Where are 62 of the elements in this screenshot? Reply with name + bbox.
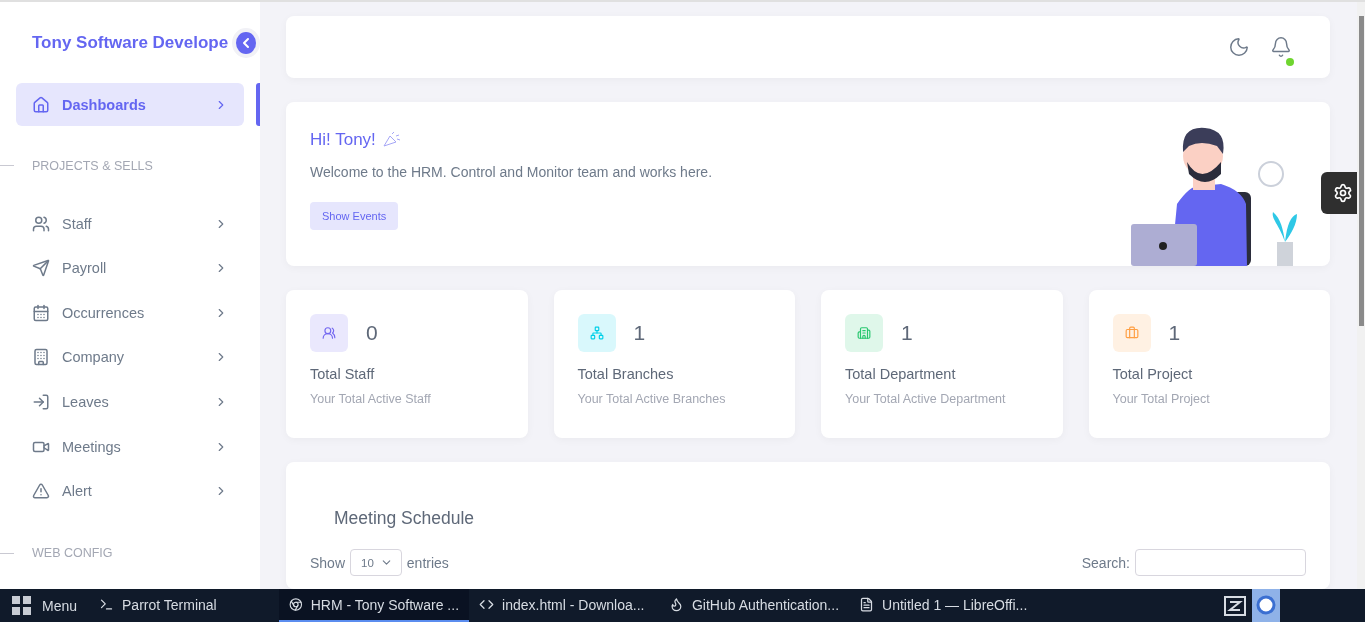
sidebar-item[interactable]: Occurrences: [16, 290, 244, 336]
show-label: Show: [310, 554, 346, 571]
stat-subtitle: Your Total Project: [1112, 392, 1211, 406]
stat-value: 1: [633, 321, 646, 345]
stat-value: 1: [1168, 321, 1181, 345]
taskbar-app[interactable]: GitHub Authentication...: [659, 589, 850, 622]
app-icon: [479, 597, 495, 612]
party-popper-icon: [381, 132, 400, 148]
entries-label: entries: [406, 554, 449, 571]
sidebar-item[interactable]: Meetings: [16, 424, 244, 469]
search-field[interactable]: [1135, 549, 1306, 576]
sidebar-item[interactable]: Payroll: [16, 245, 244, 291]
sidebar-item[interactable]: Leaves: [16, 379, 244, 425]
stat-glyph-icon: [1124, 326, 1139, 340]
stat-glyph-icon: [589, 326, 604, 340]
menu-item-icon: [32, 95, 50, 114]
menu-item-icon: [32, 348, 50, 367]
stat-title: Total Department: [845, 366, 957, 382]
active-marker: [256, 83, 260, 127]
sidebar-item[interactable]: Staff: [16, 201, 244, 246]
app-icon: [859, 597, 875, 612]
stat-subtitle: Your Total Active Staff: [310, 392, 432, 406]
taskbar-app[interactable]: Untitled 1 — LibreOffi...: [849, 589, 1040, 622]
stat-value: 1: [901, 321, 913, 345]
stat-glyph-icon: [857, 326, 871, 340]
stat-subtitle: Your Total Active Branches: [577, 392, 727, 406]
app-icon: [289, 597, 303, 612]
sidebar-item[interactable]: Alert: [16, 468, 244, 514]
greeting-title: Hi! Tony!: [310, 130, 376, 150]
settings-button[interactable]: [1321, 172, 1357, 214]
bell-icon[interactable]: [1270, 36, 1292, 58]
menu-item-icon: [32, 393, 50, 412]
stat-title: Total Staff: [310, 366, 376, 382]
welcome-text: Welcome to the HRM. Control and Monitor team and works here.: [310, 164, 713, 180]
page-size-select[interactable]: 10: [350, 549, 402, 576]
sidebar-item[interactable]: Company: [16, 335, 244, 380]
scrollbar-thumb[interactable]: [1358, 16, 1364, 326]
meeting-schedule-title: Meeting Schedule: [334, 508, 476, 529]
brand-title: Tony Software Develope: [32, 32, 229, 53]
settings-icon: [1333, 183, 1353, 203]
stat-value: 0: [366, 321, 378, 345]
taskbar-app[interactable]: Parrot Terminal: [89, 589, 280, 622]
stat-glyph-icon: [322, 326, 336, 340]
collapse-sidebar-button[interactable]: [232, 27, 260, 58]
menu-item-icon: [32, 482, 50, 501]
section-heading: PROJECTS & SELLS: [32, 158, 153, 173]
start-menu-button[interactable]: Menu: [0, 589, 90, 622]
app-icon: [99, 597, 115, 612]
section-heading: WEB CONFIG: [32, 546, 113, 561]
stat-title: Total Branches: [577, 366, 675, 382]
menu-item-icon: [32, 214, 50, 233]
moon-icon[interactable]: [1228, 36, 1250, 58]
taskbar-app[interactable]: index.html - Downloa...: [469, 589, 660, 622]
taskbar-app[interactable]: HRM - Tony Software ...: [279, 589, 470, 622]
stat-subtitle: Your Total Active Department: [845, 392, 1007, 406]
search-label: Search:: [1081, 554, 1130, 571]
grid-icon: [12, 595, 32, 616]
show-events-button[interactable]: Show Events: [310, 202, 399, 230]
stat-title: Total Project: [1112, 366, 1194, 382]
menu-item-icon: [32, 259, 50, 278]
app-icon: [669, 597, 684, 612]
menu-item-icon: [32, 303, 50, 322]
